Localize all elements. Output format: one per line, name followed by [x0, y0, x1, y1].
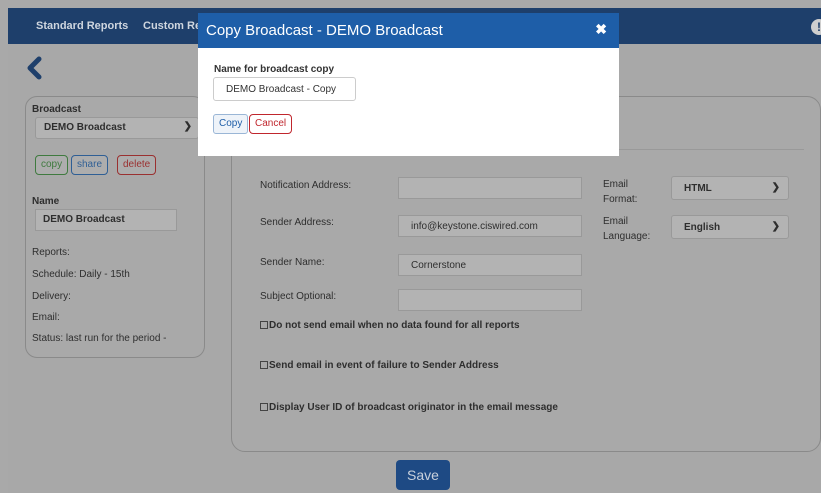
- close-icon[interactable]: ✖: [595, 21, 607, 38]
- failure-checkbox-label: Send email in event of failure to Sender…: [269, 360, 499, 371]
- schedule-text: Schedule: Daily - 15th: [32, 269, 130, 280]
- share-button[interactable]: share: [71, 155, 109, 175]
- status-text: Status: last run for the period -: [32, 333, 167, 344]
- user-id-checkbox-label: Display User ID of broadcast originator …: [269, 402, 558, 413]
- name-label: Name: [32, 196, 60, 207]
- broadcast-copy-name-input[interactable]: DEMO Broadcast - Copy: [213, 77, 356, 101]
- modal-header: Copy Broadcast - DEMO Broadcast ✖: [198, 13, 619, 48]
- email-format-label-2: Format:: [603, 194, 638, 205]
- email-format-value: HTML: [684, 183, 712, 194]
- broadcast-copy-name-label: Name for broadcast copy: [214, 64, 335, 75]
- alert-icon[interactable]: !: [811, 19, 821, 35]
- copy-broadcast-modal: Copy Broadcast - DEMO Broadcast ✖ Name f…: [198, 13, 619, 156]
- sender-name-label: Sender Name:: [260, 257, 325, 268]
- nav-standard-reports[interactable]: Standard Reports: [36, 20, 128, 32]
- email-language-select[interactable]: English ❯: [671, 215, 789, 239]
- failure-checkbox[interactable]: [260, 361, 268, 369]
- save-button[interactable]: Save: [396, 460, 450, 490]
- back-arrow-icon[interactable]: [24, 56, 46, 80]
- modal-copy-button[interactable]: Copy: [213, 114, 249, 134]
- sender-address-field[interactable]: info@keystone.ciswired.com: [398, 215, 582, 237]
- email-text: Email:: [32, 312, 60, 323]
- name-field[interactable]: DEMO Broadcast: [35, 209, 177, 231]
- broadcast-select-value: DEMO Broadcast: [44, 122, 126, 133]
- delivery-text: Delivery:: [32, 291, 71, 302]
- delete-button[interactable]: delete: [117, 155, 157, 175]
- sender-name-field[interactable]: Cornerstone: [398, 254, 582, 276]
- email-language-value: English: [684, 222, 721, 233]
- notification-address-label: Notification Address:: [260, 180, 352, 191]
- reports-text: Reports:: [32, 247, 70, 258]
- broadcast-panel: Broadcast DEMO Broadcast ❯ copy share de…: [25, 96, 205, 358]
- user-id-checkbox-row[interactable]: Display User ID of broadcast originator …: [260, 402, 558, 413]
- no-data-checkbox[interactable]: [260, 321, 268, 329]
- subject-field[interactable]: [398, 289, 582, 311]
- user-id-checkbox[interactable]: [260, 403, 268, 411]
- chevron-down-icon: ❯: [183, 121, 192, 132]
- email-language-label-1: Email: [603, 216, 629, 227]
- chevron-down-icon: ❯: [771, 182, 780, 193]
- no-data-checkbox-row[interactable]: Do not send email when no data found for…: [260, 320, 520, 331]
- broadcast-label: Broadcast: [32, 104, 81, 115]
- modal-title: Copy Broadcast - DEMO Broadcast: [206, 22, 443, 39]
- no-data-checkbox-label: Do not send email when no data found for…: [269, 320, 520, 331]
- copy-button[interactable]: copy: [35, 155, 69, 175]
- email-language-label-2: Language:: [603, 231, 651, 242]
- email-format-label-1: Email: [603, 179, 629, 190]
- broadcast-select[interactable]: DEMO Broadcast ❯: [35, 117, 199, 139]
- subject-label: Subject Optional:: [260, 291, 337, 302]
- modal-cancel-button[interactable]: Cancel: [249, 114, 293, 134]
- email-format-select[interactable]: HTML ❯: [671, 176, 789, 200]
- notification-address-field[interactable]: [398, 177, 582, 199]
- failure-checkbox-row[interactable]: Send email in event of failure to Sender…: [260, 360, 499, 371]
- chevron-down-icon: ❯: [771, 221, 780, 232]
- sender-address-label: Sender Address:: [260, 217, 334, 228]
